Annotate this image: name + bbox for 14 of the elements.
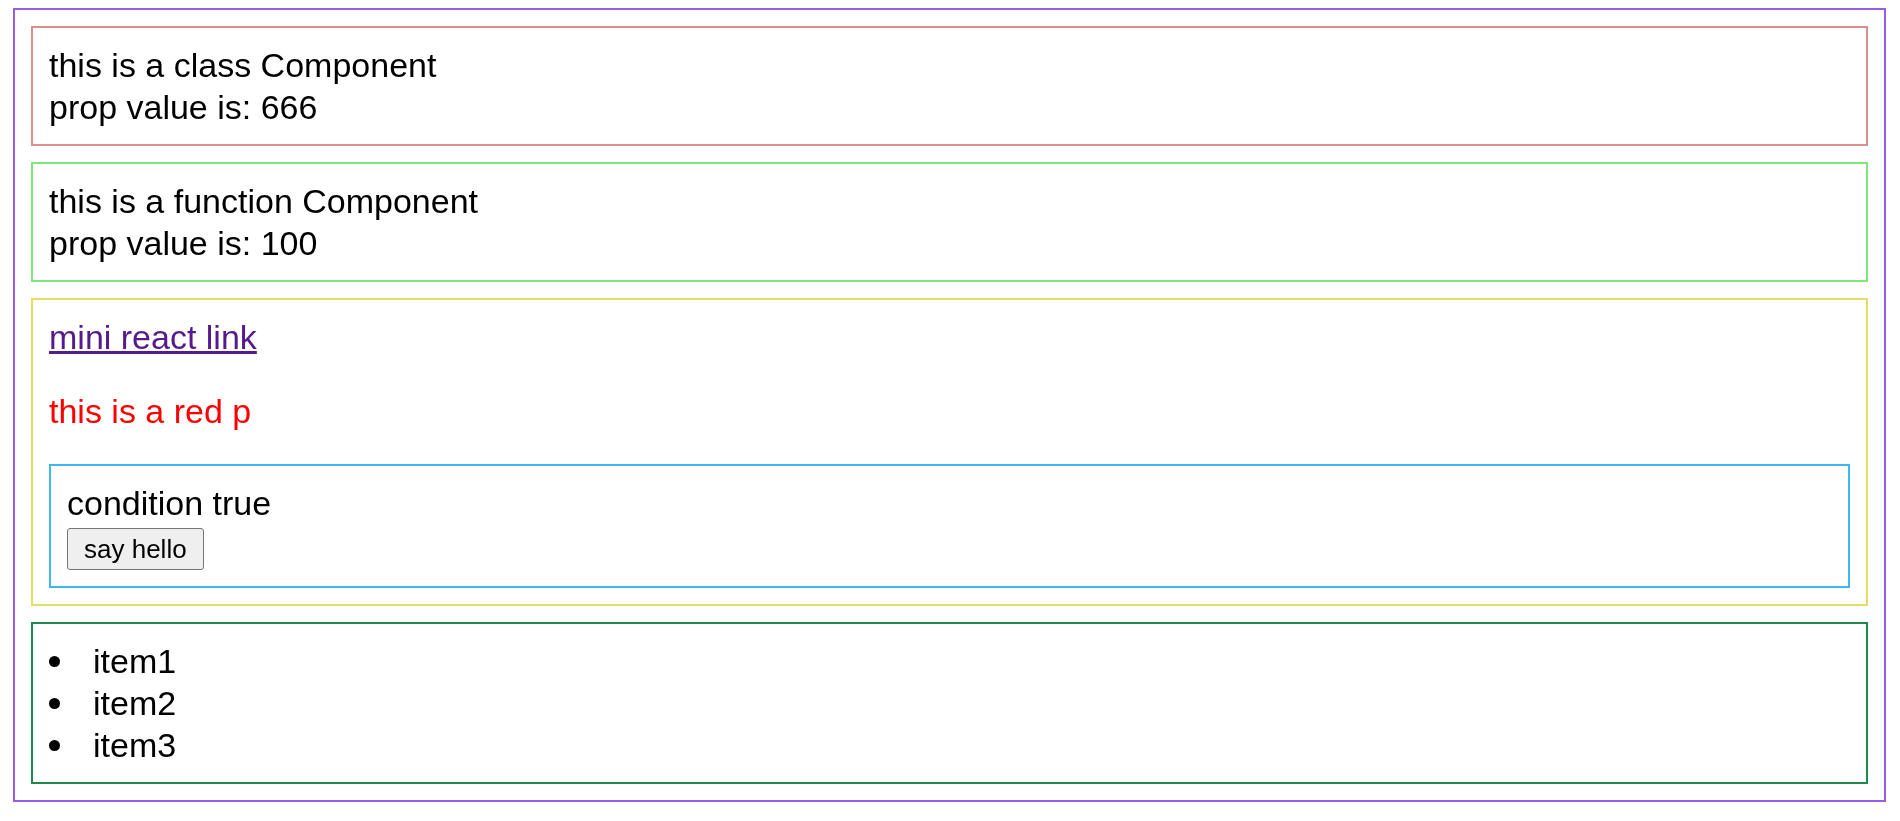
text-line: prop value is: 666 bbox=[49, 87, 318, 128]
text-line: prop value is: 100 bbox=[49, 223, 318, 264]
text-line: this is a class Component bbox=[49, 45, 437, 86]
text-link[interactable]: mini react link bbox=[49, 316, 257, 358]
bullet-icon bbox=[49, 697, 60, 709]
text-line: this is a function Component bbox=[49, 181, 479, 222]
say-button[interactable]: say hello bbox=[67, 528, 204, 570]
list-item-text: item2 bbox=[93, 683, 177, 724]
list-item-text: item1 bbox=[93, 641, 177, 682]
bullet-icon bbox=[49, 655, 60, 667]
text-line: condition true bbox=[67, 483, 272, 524]
bullet-icon bbox=[49, 739, 60, 751]
paragraph-text: this is a red p bbox=[49, 391, 252, 432]
list-item-text: item3 bbox=[93, 725, 177, 766]
